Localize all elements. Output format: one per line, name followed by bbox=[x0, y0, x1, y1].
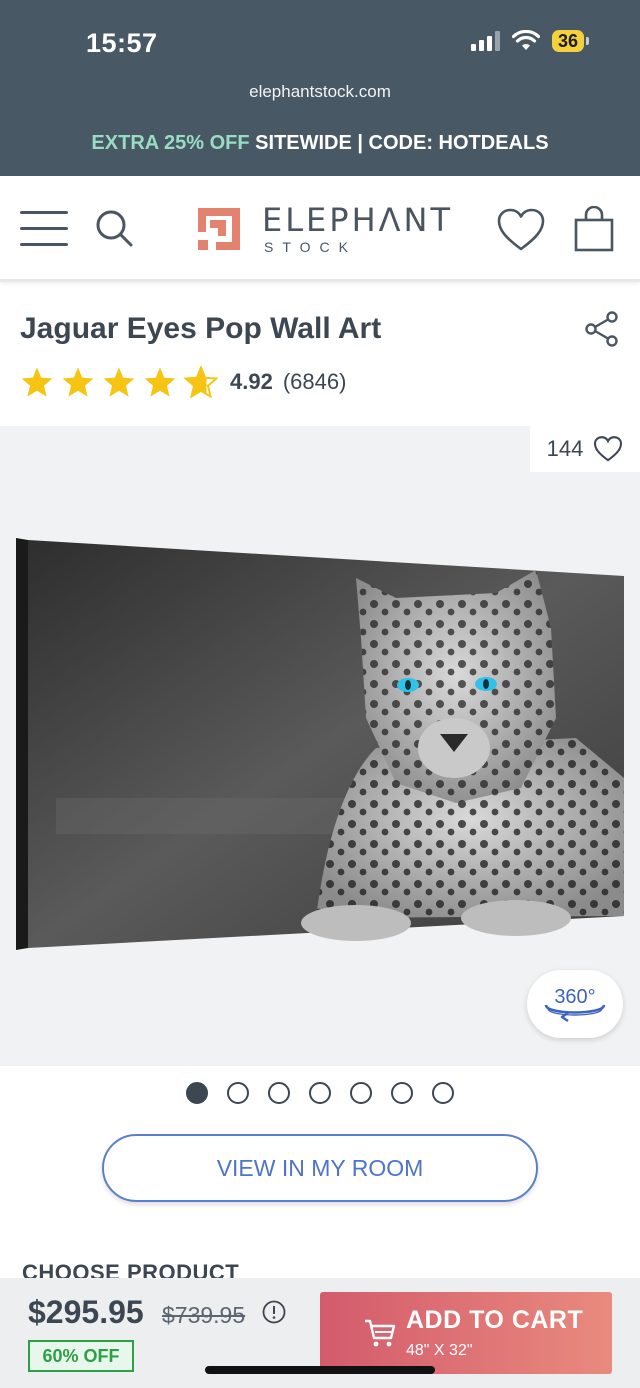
heart-icon bbox=[594, 436, 623, 462]
promo-banner[interactable]: EXTRA 25% OFF SITEWIDE | CODE: HOTDEALS bbox=[0, 132, 640, 155]
gallery-pagination[interactable] bbox=[186, 1082, 454, 1104]
product-image-jaguar-canvas[interactable] bbox=[16, 538, 624, 950]
star-icon bbox=[62, 367, 94, 397]
info-icon[interactable] bbox=[262, 1300, 286, 1324]
star-icon bbox=[21, 367, 53, 397]
gallery-dot[interactable] bbox=[186, 1082, 208, 1104]
star-icon bbox=[144, 367, 176, 397]
menu-icon[interactable] bbox=[20, 209, 68, 247]
likes-counter[interactable]: 144 bbox=[530, 426, 640, 472]
product-title: Jaguar Eyes Pop Wall Art bbox=[20, 312, 382, 345]
nav-bar: ELEPHΛNT STOCK bbox=[0, 176, 640, 282]
status-time: 15:57 bbox=[86, 28, 158, 58]
rating-count: (6846) bbox=[282, 369, 347, 394]
gallery-dot[interactable] bbox=[309, 1082, 331, 1104]
browser-url[interactable]: elephantstock.com bbox=[0, 82, 640, 102]
shopping-bag-icon[interactable] bbox=[574, 206, 614, 252]
status-icons: 36 bbox=[470, 30, 590, 52]
share-icon[interactable] bbox=[584, 311, 620, 347]
battery-indicator: 36 bbox=[551, 30, 590, 52]
gallery-dot[interactable] bbox=[227, 1082, 249, 1104]
wishlist-heart-icon[interactable] bbox=[496, 208, 546, 252]
add-to-cart-label: ADD TO CART bbox=[406, 1306, 584, 1334]
gallery-dot[interactable] bbox=[268, 1082, 290, 1104]
star-icon bbox=[103, 367, 135, 397]
gallery-dot[interactable] bbox=[391, 1082, 413, 1104]
cart-icon bbox=[365, 1319, 396, 1347]
rating-value: 4.92 bbox=[230, 369, 273, 394]
logo-main-text: ELEPHΛNT bbox=[262, 201, 453, 239]
original-price: $739.95 bbox=[162, 1302, 246, 1328]
product-rating[interactable]: 4.92 (6846) bbox=[20, 366, 346, 398]
cellular-signal-icon bbox=[470, 31, 500, 51]
badge-360-text: 360° bbox=[554, 986, 595, 1008]
elephant-logo-icon bbox=[198, 208, 240, 250]
promo-text: SITEWIDE | CODE: HOTDEALS bbox=[255, 132, 549, 154]
view-in-my-room-button[interactable]: VIEW IN MY ROOM bbox=[102, 1134, 538, 1202]
promo-highlight: EXTRA 25% OFF bbox=[91, 132, 250, 154]
current-price: $295.95 bbox=[28, 1294, 144, 1330]
product-gallery[interactable]: 144 360° bbox=[0, 426, 640, 1066]
view-360-button[interactable]: 360° bbox=[527, 970, 623, 1038]
add-to-cart-button[interactable]: ADD TO CART 48" X 32" bbox=[320, 1292, 612, 1374]
home-indicator[interactable] bbox=[205, 1366, 435, 1374]
rotate-360-icon: 360° bbox=[544, 986, 606, 1022]
search-icon[interactable] bbox=[94, 208, 134, 248]
logo-sub-text: STOCK bbox=[264, 239, 357, 255]
top-header: 15:57 36 elephantstock.com EXTRA 25% OFF… bbox=[0, 0, 640, 176]
wifi-icon bbox=[511, 30, 540, 50]
rating-stars bbox=[20, 366, 218, 398]
selected-size: 48" X 32" bbox=[406, 1342, 473, 1359]
site-logo[interactable]: ELEPHΛNT STOCK bbox=[196, 204, 453, 254]
likes-count: 144 bbox=[546, 436, 584, 461]
star-half-icon bbox=[184, 366, 218, 398]
gallery-dot[interactable] bbox=[432, 1082, 454, 1104]
gallery-dot[interactable] bbox=[350, 1082, 372, 1104]
discount-badge: 60% OFF bbox=[28, 1340, 134, 1372]
